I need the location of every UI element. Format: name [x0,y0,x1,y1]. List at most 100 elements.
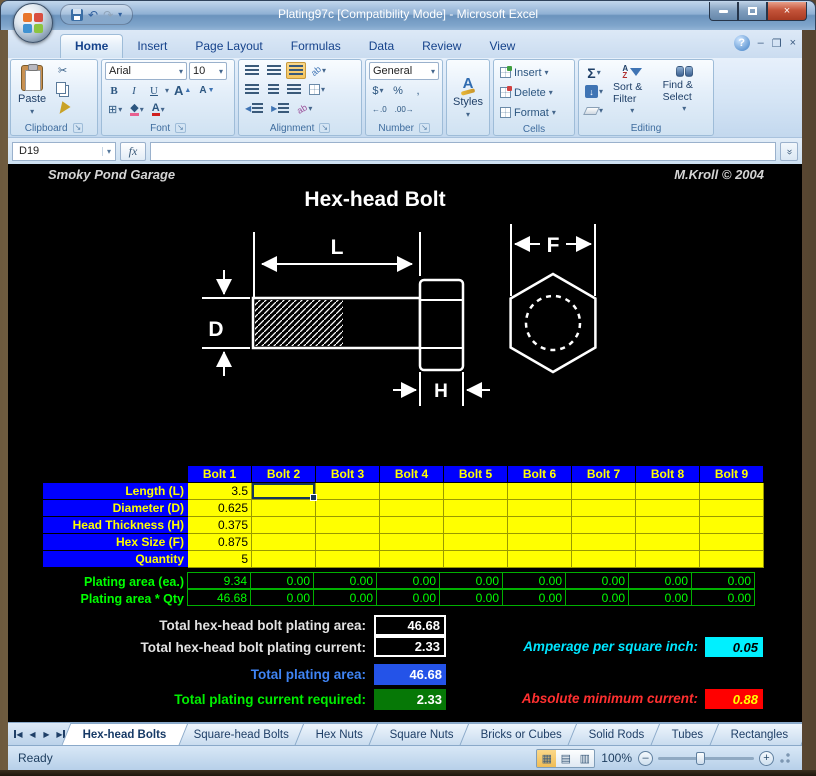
resize-grip[interactable] [780,753,790,763]
italic-button[interactable]: I [125,82,143,99]
increase-decimal-button[interactable]: ←.0 [369,101,390,118]
align-middle-button[interactable] [264,62,284,79]
input-cell[interactable]: 0.875 [188,534,252,551]
column-header[interactable]: Bolt 5 [444,466,508,482]
input-cell[interactable] [252,551,316,568]
save-icon[interactable] [71,9,83,21]
computed-cell[interactable]: 0.00 [502,589,566,606]
input-cell[interactable] [700,534,764,551]
worksheet[interactable]: Smoky Pond Garage M.Kroll © 2004 Hex-hea… [8,164,802,722]
input-cell[interactable] [636,483,700,500]
input-cell[interactable]: 0.375 [188,517,252,534]
total-area-value[interactable]: 46.68 [374,615,446,636]
column-header[interactable]: Bolt 9 [700,466,764,482]
find-select-button[interactable]: Find & Select▾ [659,62,710,119]
maximize-button[interactable] [738,2,767,21]
computed-cell[interactable]: 0.00 [439,572,503,589]
row-label[interactable]: Quantity [43,551,188,568]
sort-filter-button[interactable]: AZ Sort & Filter▾ [609,62,656,119]
next-sheet-button[interactable]: ▶ [40,727,53,742]
increase-indent-button[interactable]: ▶ [268,100,292,117]
grow-font-button[interactable]: A▲ [171,82,194,99]
input-cell[interactable] [380,551,444,568]
input-cell[interactable] [572,534,636,551]
tab-formulas[interactable]: Formulas [277,35,355,58]
page-layout-view-button[interactable]: ▤ [556,750,575,767]
computed-cell[interactable]: 0.00 [502,572,566,589]
selected-cell[interactable] [252,483,316,500]
align-right-button[interactable] [284,81,304,98]
comma-button[interactable]: , [409,82,427,99]
workbook-restore-icon[interactable]: ❐ [772,37,782,50]
percent-button[interactable]: % [389,82,407,99]
zoom-out-button[interactable]: – [638,751,653,766]
total-plating-area-value[interactable]: 46.68 [374,664,446,685]
minimize-button[interactable] [709,2,738,21]
input-cell[interactable] [572,551,636,568]
tab-insert[interactable]: Insert [123,35,181,58]
bold-button[interactable]: B [105,82,123,99]
input-cell[interactable] [316,517,380,534]
input-cell[interactable] [700,500,764,517]
font-dialog-launcher-icon[interactable]: ↘ [175,123,186,133]
tab-page-layout[interactable]: Page Layout [181,35,276,58]
workbook-minimize-icon[interactable]: – [758,37,764,49]
input-cell[interactable] [508,517,572,534]
computed-cell[interactable]: 0.00 [628,589,692,606]
input-cell[interactable] [252,534,316,551]
computed-cell[interactable]: 0.00 [439,589,503,606]
accounting-format-button[interactable]: $▾ [369,82,387,99]
decrease-indent-button[interactable]: ◀ [242,100,266,117]
input-cell[interactable] [380,534,444,551]
font-color-button[interactable]: A▾ [149,101,168,118]
sheet-tab-square-head-bolts[interactable]: Square-head Bolts [172,723,310,745]
input-cell[interactable] [508,534,572,551]
input-cell[interactable]: 0.625 [188,500,252,517]
wrap-text-button[interactable]: ab▾ [294,100,315,117]
help-icon[interactable]: ? [734,35,750,51]
page-break-view-button[interactable]: ▥ [575,750,594,767]
align-left-button[interactable] [242,81,262,98]
tab-data[interactable]: Data [355,35,408,58]
input-cell[interactable] [636,551,700,568]
font-name-select[interactable]: Arial▾ [105,62,187,80]
column-header[interactable]: Bolt 3 [316,466,380,482]
fill-color-button[interactable]: ◆▾ [127,101,146,118]
input-cell[interactable] [380,517,444,534]
input-cell[interactable] [444,483,508,500]
computed-cell[interactable]: 0.00 [250,572,314,589]
shrink-font-button[interactable]: A▼ [196,82,217,99]
input-cell[interactable] [444,534,508,551]
computed-cell[interactable]: 46.68 [187,589,251,606]
expand-formula-bar-button[interactable]: » [780,142,798,161]
decrease-decimal-button[interactable]: .00→ [392,101,417,118]
computed-cell[interactable]: 0.00 [565,589,629,606]
computed-cell[interactable]: 0.00 [313,572,377,589]
computed-cell[interactable]: 0.00 [376,572,440,589]
minimum-current-value[interactable]: 0.88 [705,689,763,709]
input-cell[interactable] [508,500,572,517]
input-cell[interactable] [444,500,508,517]
close-button[interactable]: × [767,2,807,21]
cut-button[interactable]: ✂ [53,62,72,79]
computed-cell[interactable]: 0.00 [691,589,755,606]
computed-cell[interactable]: 0.00 [313,589,377,606]
column-header[interactable]: Bolt 6 [508,466,572,482]
computed-cell[interactable]: 9.34 [187,572,251,589]
tab-view[interactable]: View [475,35,529,58]
tab-home[interactable]: Home [60,34,123,58]
sheet-tab-bricks-or-cubes[interactable]: Bricks or Cubes [460,723,584,745]
copy-button[interactable] [53,81,72,98]
align-center-button[interactable] [264,81,282,98]
row-label[interactable]: Head Thickness (H) [43,517,188,534]
input-cell[interactable] [316,534,380,551]
align-top-button[interactable] [242,62,262,79]
input-cell[interactable] [444,517,508,534]
input-cell[interactable] [636,534,700,551]
formula-input[interactable] [150,142,776,161]
underline-button[interactable]: U [145,82,163,99]
amperage-value[interactable]: 0.05 [705,637,763,657]
paste-button[interactable]: Paste ▾ [14,62,50,119]
column-header[interactable]: Bolt 4 [380,466,444,482]
paste-dropdown-icon[interactable]: ▾ [30,107,34,116]
